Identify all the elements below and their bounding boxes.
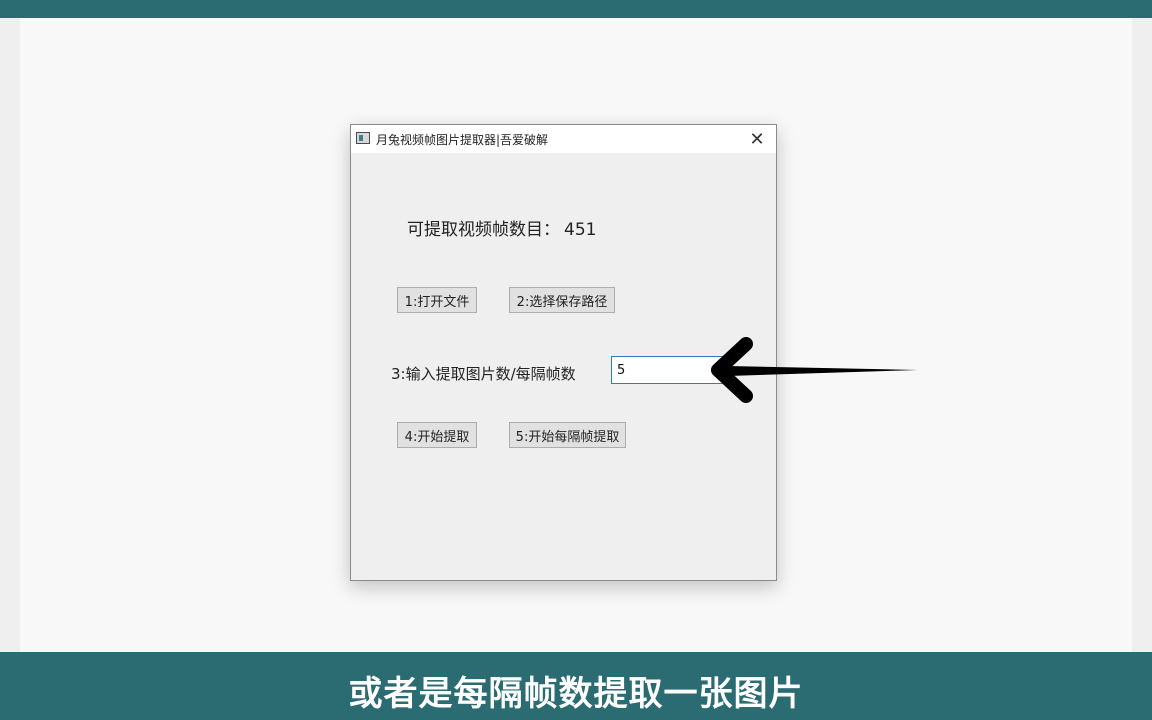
app-window-icon (356, 132, 370, 144)
close-button[interactable]: ✕ (738, 125, 776, 153)
arrow-shaft (728, 366, 918, 376)
select-save-path-button[interactable]: 2:选择保存路径 (509, 287, 615, 313)
start-every-frame-extract-button[interactable]: 5:开始每隔帧提取 (509, 422, 626, 448)
top-band (0, 0, 1152, 18)
frame-interval-label: 3:输入提取图片数/每隔帧数 (391, 365, 576, 383)
subtitle-caption: 或者是每隔帧数提取一张图片 (348, 674, 804, 714)
window-title: 月兔视频帧图片提取器|吾爱破解 (376, 133, 549, 147)
start-extract-button[interactable]: 4:开始提取 (397, 422, 477, 448)
frame-count-value: 451 (564, 220, 597, 240)
title-bar[interactable]: 月兔视频帧图片提取器|吾爱破解 ✕ (351, 125, 776, 153)
video-frame: 月兔视频帧图片提取器|吾爱破解 ✕ 可提取视频帧数目： 451 1:打开文件 2:… (0, 0, 1152, 720)
frame-count-label: 可提取视频帧数目： (407, 220, 560, 240)
arrow-pointer-icon (711, 337, 918, 403)
frame-count-display: 可提取视频帧数目： 451 (407, 215, 596, 240)
canvas-edge-right (1132, 18, 1152, 652)
canvas-edge-left (0, 18, 20, 652)
open-file-button[interactable]: 1:打开文件 (397, 287, 477, 313)
close-icon: ✕ (749, 128, 765, 150)
